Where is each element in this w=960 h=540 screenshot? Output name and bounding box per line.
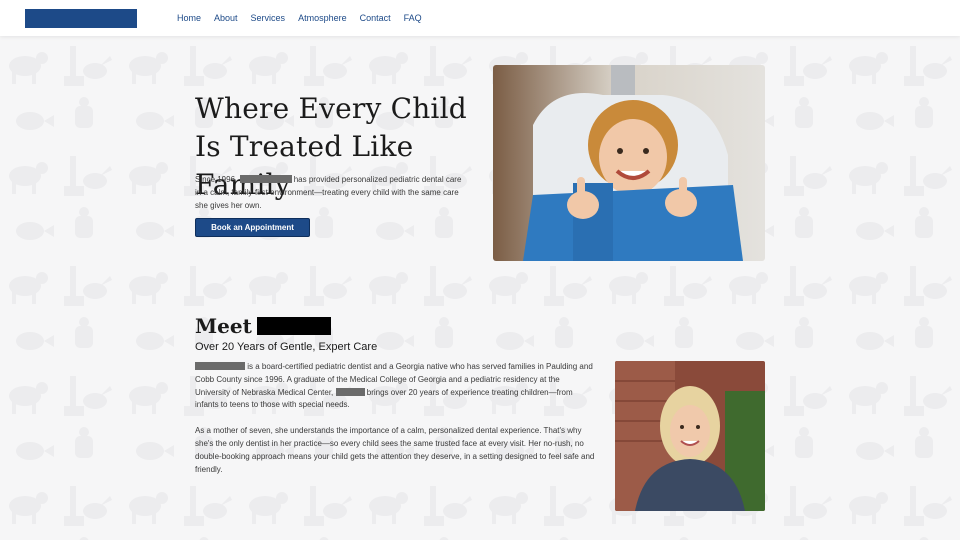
meet-heading-prefix: Meet [195,314,252,338]
nav-about[interactable]: About [214,13,238,23]
hero-photo-child [493,65,765,261]
main-nav: Home About Services Atmosphere Contact F… [177,0,435,36]
meet-heading: Meet [195,314,331,338]
book-appointment-button[interactable]: Book an Appointment [195,218,310,237]
nav-atmosphere[interactable]: Atmosphere [298,13,347,23]
dentist-bio: is a board-certified pediatric dentist a… [195,361,595,476]
redacted-dentist-name-inline-2 [335,387,365,396]
nav-home[interactable]: Home [177,13,201,23]
top-navigation-bar: Home About Services Atmosphere Contact F… [0,0,960,36]
bio-paragraph-1: is a board-certified pediatric dentist a… [195,361,595,412]
redacted-dentist-name-inline [195,362,245,370]
dentist-portrait-photo [615,361,765,511]
hero-description: Since 1996, has provided personalized pe… [195,173,465,212]
meet-subtitle: Over 20 Years of Gentle, Expert Care [195,341,378,353]
nav-faq[interactable]: FAQ [404,13,422,23]
nav-services[interactable]: Services [251,13,286,23]
main-content: Where Every Child Is Treated Like Family… [0,0,960,540]
bio-paragraph-2: As a mother of seven, she understands th… [195,426,595,474]
logo-redacted[interactable] [25,9,137,28]
redacted-practice-name [239,175,292,183]
hero-text-before: Since 1996, [195,175,238,184]
redacted-dentist-name [256,317,331,335]
nav-contact[interactable]: Contact [360,13,391,23]
